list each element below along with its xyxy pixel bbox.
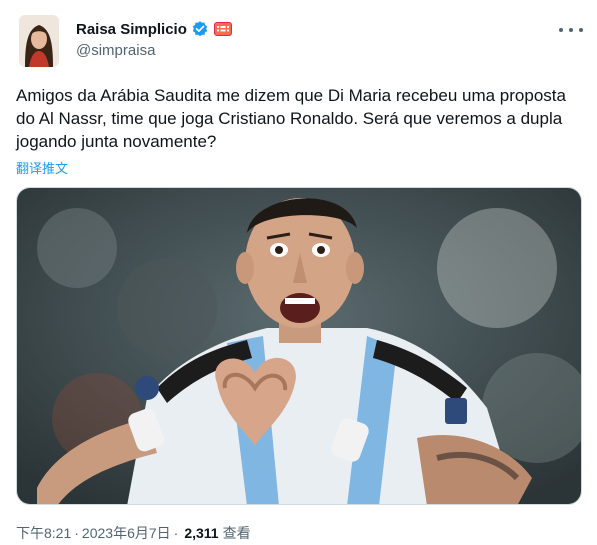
verified-badge-icon — [191, 20, 209, 38]
avatar[interactable] — [19, 15, 59, 67]
more-options-icon[interactable] — [559, 22, 583, 38]
translate-tweet-link[interactable]: 翻译推文 — [16, 158, 68, 177]
author-name-row: Raisa Simplicio — [76, 18, 232, 40]
tweet-card: Raisa Simplicio @simpraisa Amigos da Ará… — [0, 0, 597, 545]
tweet-meta: 下午8:21 · 2023年6月7日 · 2,311 查看 — [16, 523, 251, 543]
tweet-text: Amigos da Arábia Saudita me dizem que Di… — [16, 86, 566, 151]
tweet-time[interactable]: 下午8:21 — [16, 523, 71, 543]
display-name[interactable]: Raisa Simplicio — [76, 21, 187, 38]
views-count: 2,311 — [184, 525, 219, 541]
author-handle[interactable]: @simpraisa — [76, 42, 155, 59]
tweet-photo[interactable] — [16, 187, 582, 505]
views-label: 查看 — [222, 525, 251, 541]
tweet-date[interactable]: 2023年6月7日 — [82, 523, 171, 543]
meta-separator: · — [173, 525, 179, 541]
affiliate-badge-icon[interactable] — [213, 22, 232, 36]
meta-separator: · — [74, 525, 79, 541]
